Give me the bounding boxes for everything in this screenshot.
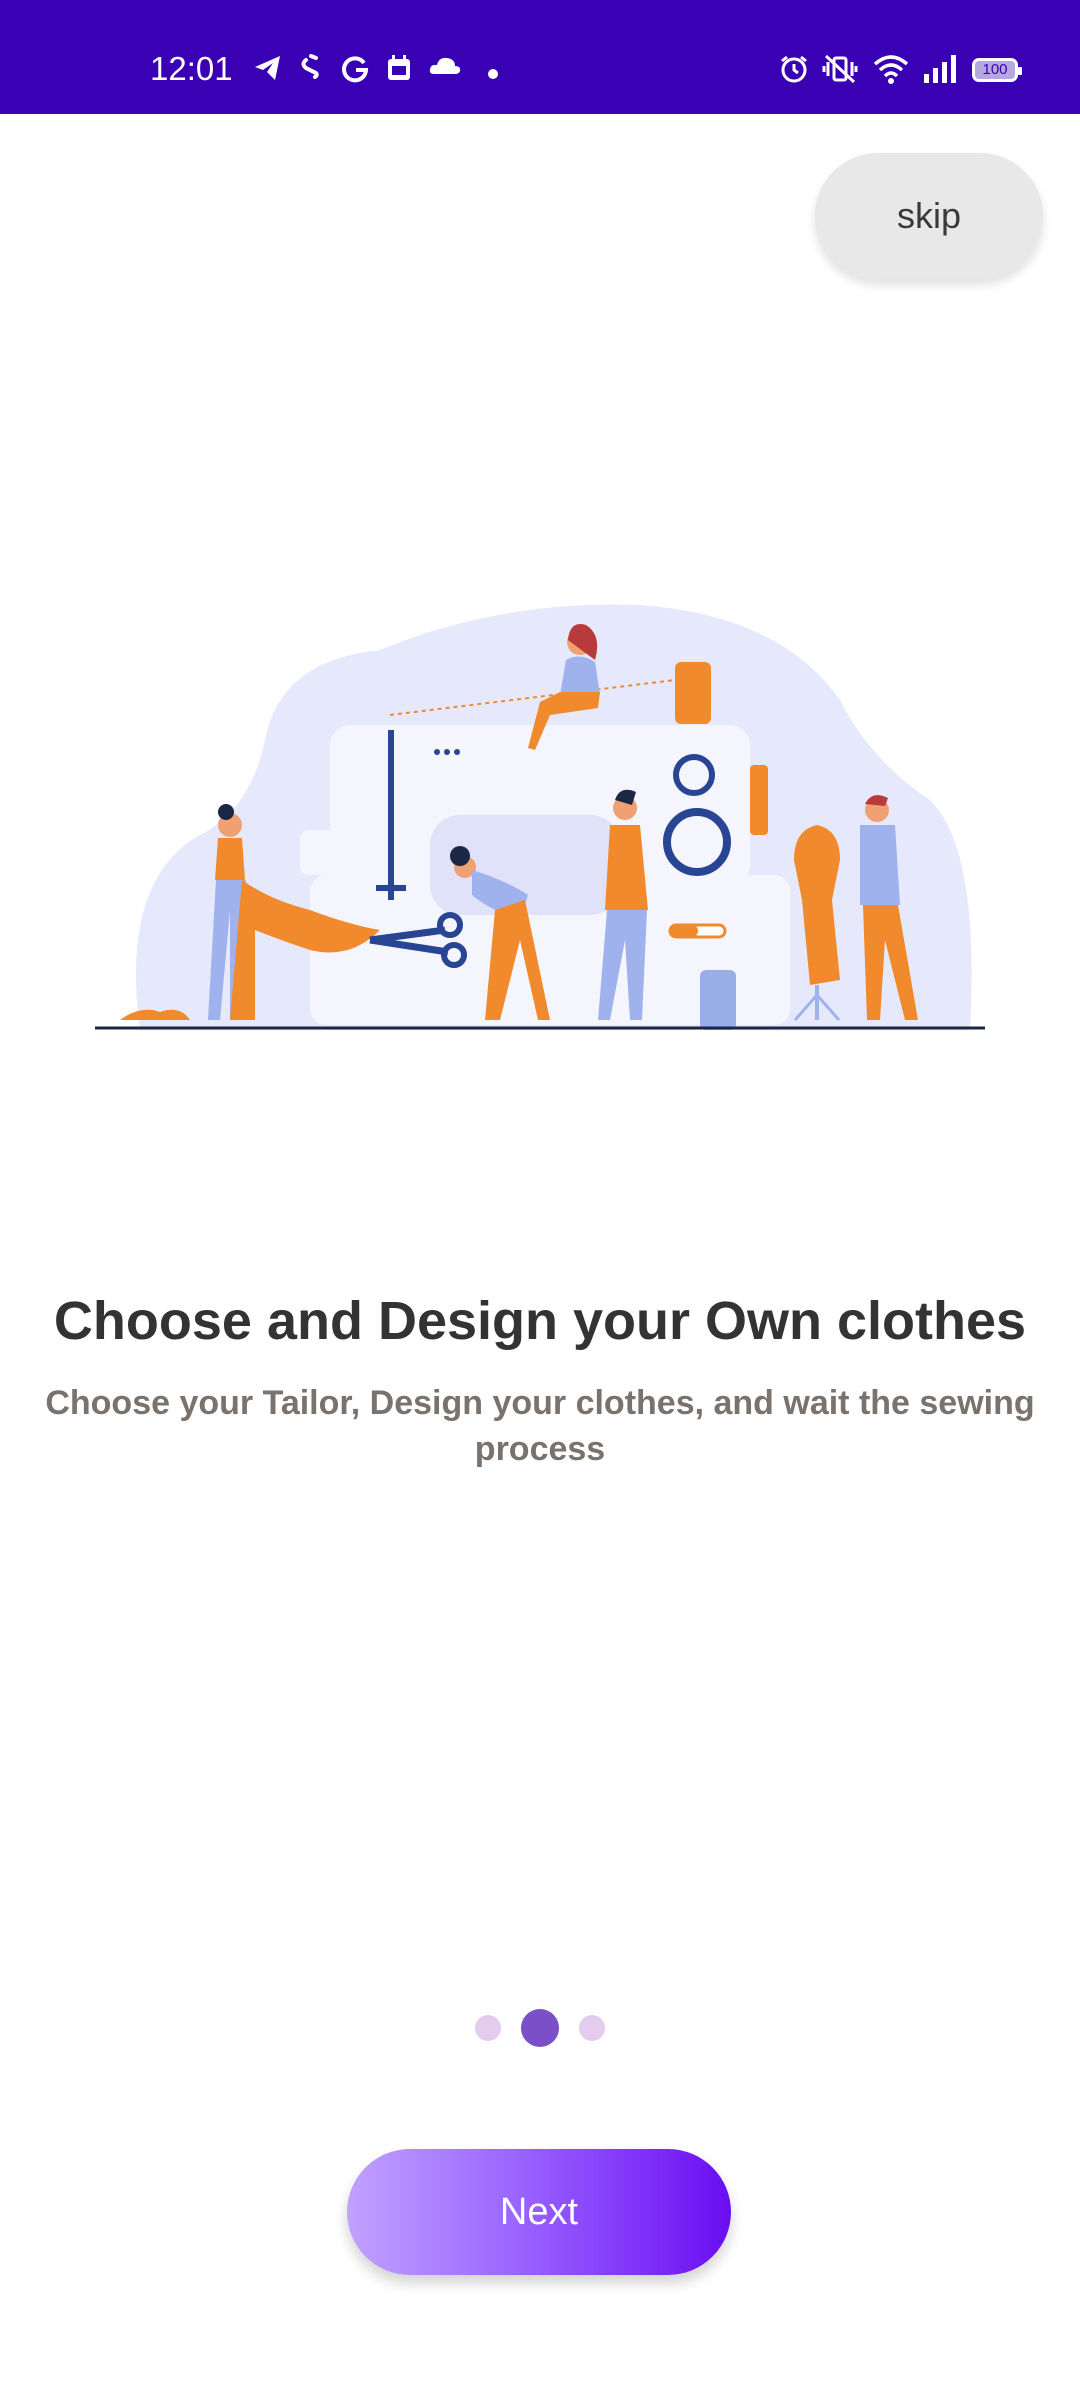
- alarm-icon: [779, 54, 809, 89]
- dot-icon: [488, 66, 498, 84]
- wifi-icon: [873, 54, 909, 89]
- vibrate-off-icon: [822, 54, 858, 89]
- page-dot-2-active: [521, 2009, 559, 2047]
- tailors-sewing-machine-illustration: [80, 580, 1000, 1050]
- status-time: 12:01: [150, 50, 233, 87]
- skip-button[interactable]: skip: [815, 153, 1043, 279]
- page-indicator: [0, 2008, 1080, 2048]
- status-bar: 12:01 100: [0, 0, 1080, 114]
- shazam-icon: [298, 54, 324, 85]
- calendar-icon: [386, 54, 412, 87]
- onboarding-title: Choose and Design your Own clothes: [53, 1291, 1027, 1351]
- telegram-icon: [253, 54, 283, 87]
- next-button[interactable]: Next: [347, 2149, 731, 2275]
- page-dot-3: [579, 2015, 605, 2041]
- page-dot-1: [475, 2015, 501, 2041]
- cloud-icon: [428, 54, 462, 83]
- signal-icon: [922, 54, 958, 89]
- battery-icon: 100: [972, 58, 1022, 82]
- grammarly-icon: [340, 54, 370, 89]
- onboarding-subtitle: Choose your Tailor, Design your clothes,…: [45, 1384, 1035, 1468]
